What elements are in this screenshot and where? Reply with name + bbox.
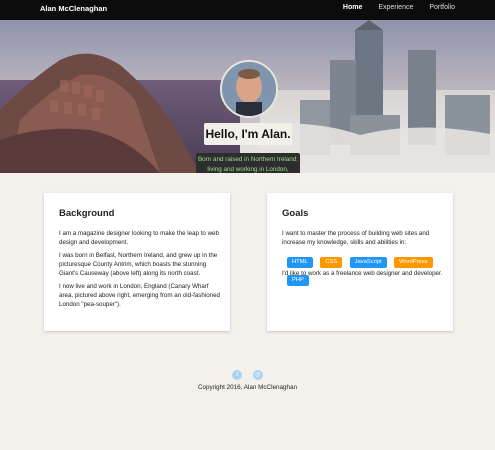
hero-subtitle-line1: Born and raised in Northern Ireland; (197, 156, 299, 163)
brand-name[interactable]: Alan McClenaghan (40, 4, 107, 13)
tag-javascript: JavaScript (349, 257, 387, 268)
dribbble-icon[interactable]: ◎ (252, 370, 263, 380)
nav-link-experience[interactable]: Experience (378, 4, 413, 11)
tag-css: CSS (320, 257, 343, 268)
nav-link-portfolio[interactable]: Portfolio (429, 4, 455, 11)
hero-subtitle-line2: living and working in London, England. (207, 165, 289, 173)
background-title: Background (59, 208, 115, 219)
social-links: t ◎ (0, 367, 495, 385)
hero-banner: Hello, I'm Alan. Born and raised in Nort… (0, 20, 495, 173)
avatar-photo (222, 62, 276, 116)
avatar (220, 60, 278, 118)
top-navbar: Alan McClenaghan Home Experience Portfol… (0, 0, 495, 20)
background-paragraph-3: I now live and work in London, England (… (59, 283, 220, 309)
goals-card: Goals I want to master the process of bu… (267, 193, 453, 331)
hero-subtitle: Born and raised in Northern Ireland; liv… (196, 153, 300, 173)
copyright-text: Copyright 2016, Alan McClenaghan (197, 384, 298, 391)
background-paragraph-2: I was born in Belfast, Northern Ireland,… (59, 252, 218, 278)
nav-link-home[interactable]: Home (343, 4, 362, 11)
goals-paragraph-1: I want to master the process of building… (282, 230, 430, 247)
goals-paragraph-2: I'd like to work as a freelance web desi… (282, 270, 443, 277)
skill-tags: HTML CSS JavaScript WordPress PHP (287, 250, 453, 286)
tag-wordpress: WordPress (394, 257, 433, 268)
goals-title: Goals (282, 208, 309, 219)
hero-greeting: Hello, I'm Alan. (204, 123, 292, 145)
twitter-icon[interactable]: t (232, 370, 243, 380)
background-card: Background I am a magazine designer look… (44, 193, 230, 331)
tag-html: HTML (287, 257, 313, 268)
background-paragraph-1: I am a magazine designer looking to make… (59, 230, 219, 247)
nav-links: Home Experience Portfolio (329, 4, 455, 11)
